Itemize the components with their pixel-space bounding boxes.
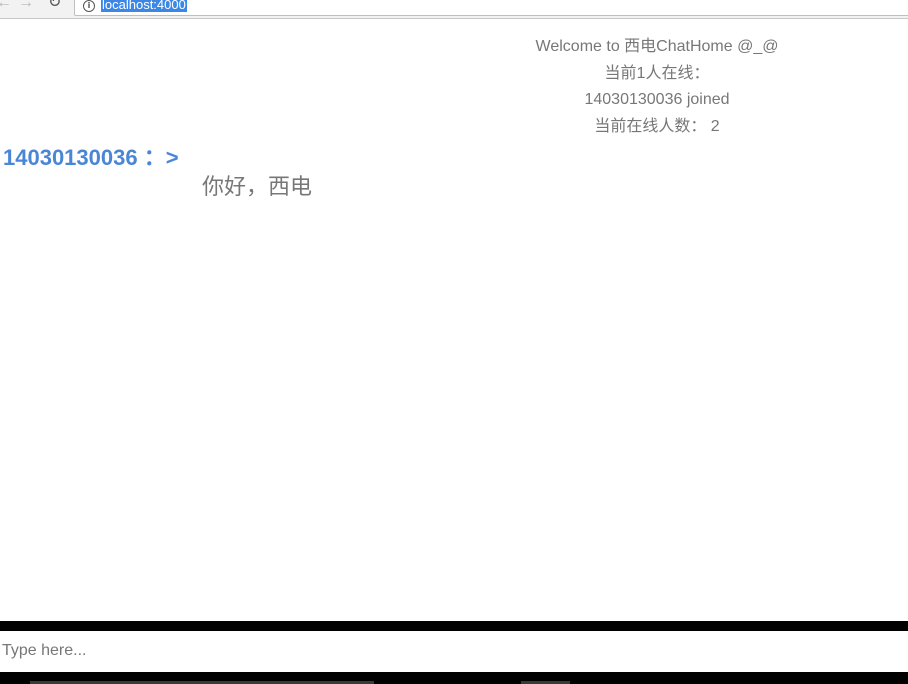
composer [0,631,908,672]
message-sender: 14030130036 ：> [3,145,179,170]
address-bar[interactable]: i localhost:4000 [74,0,908,16]
browser-toolbar: ← → ↻ i localhost:4000 [0,0,908,19]
message-text: 你好，西电 [202,174,313,199]
url-text[interactable]: localhost:4000 [101,0,187,12]
welcome-title: Welcome to 西电ChatHome @_@ [535,38,779,55]
reload-icon[interactable]: ↻ [48,0,61,11]
chat-header: Welcome to 西电ChatHome @_@ 当前1人在线： 140301… [457,34,857,140]
message-input[interactable] [0,631,908,670]
arrow-right-icon[interactable]: → [18,0,34,11]
arrow-left-icon[interactable]: ← [0,0,12,11]
online-label: 当前1人在线： [604,64,710,82]
composer-divider [0,621,908,631]
info-icon[interactable]: i [83,0,95,12]
taskbar [0,672,908,684]
online-count: 当前在线人数： 2 [594,117,720,135]
join-notice: 14030130036 joined [584,91,730,108]
